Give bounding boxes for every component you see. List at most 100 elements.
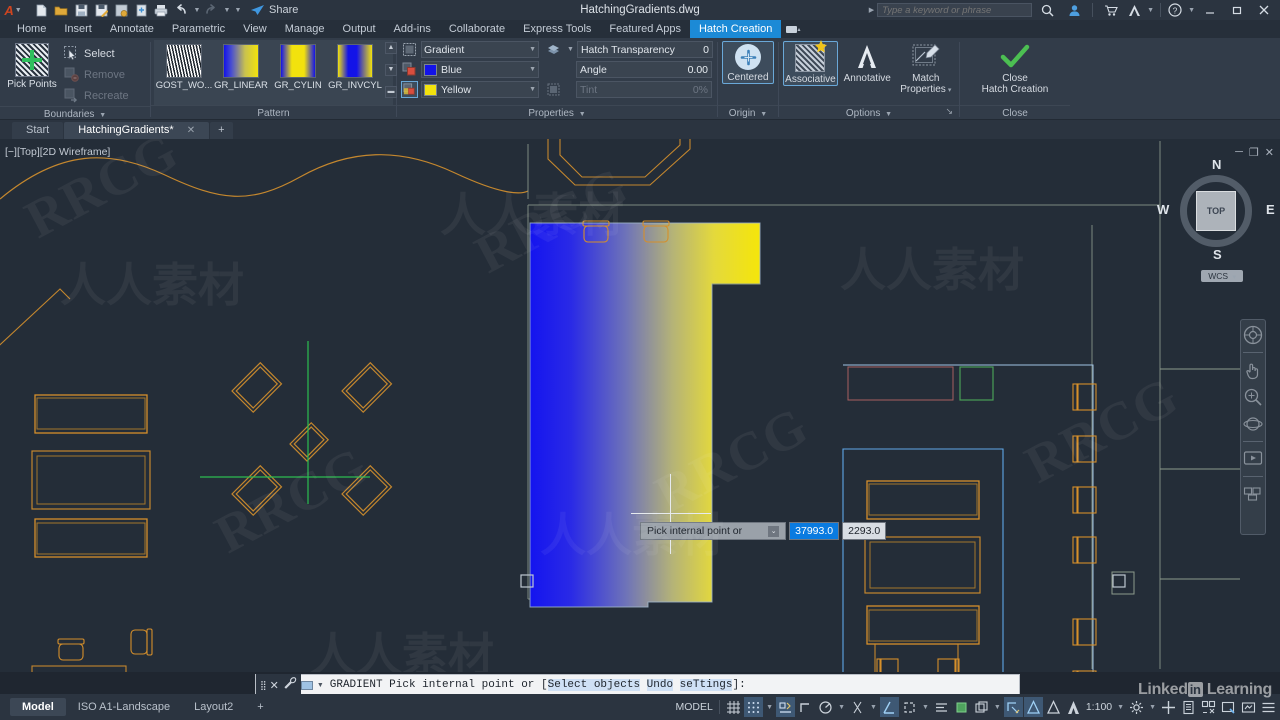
ribbon-tab-express-tools[interactable]: Express Tools — [514, 20, 600, 38]
viewcube-top-face[interactable]: TOP — [1196, 191, 1236, 231]
qat-customize-icon[interactable]: ▼ — [232, 1, 242, 19]
viewport-label[interactable]: [−][Top][2D Wireframe] — [5, 146, 110, 158]
new-icon[interactable] — [32, 1, 50, 19]
ribbon-tab-annotate[interactable]: Annotate — [101, 20, 163, 38]
panel-title-boundaries[interactable]: Boundaries ▼ — [0, 106, 150, 121]
save-icon[interactable] — [72, 1, 90, 19]
full-navigation-wheel-icon[interactable] — [1243, 325, 1263, 345]
command-option-undo[interactable]: Undo — [646, 679, 674, 691]
fullscreen-toggle[interactable] — [1159, 697, 1178, 717]
viewcube-south-label[interactable]: S — [1213, 247, 1222, 262]
grid-display-toggle[interactable] — [724, 697, 743, 717]
annotation-visibility-toggle[interactable] — [1064, 697, 1083, 717]
share-button[interactable]: Share — [250, 4, 298, 17]
workspace-dropdown-icon[interactable]: ▼ — [1147, 697, 1158, 717]
transparency-toggle[interactable] — [972, 697, 991, 717]
undo-dropdown-icon[interactable]: ▼ — [192, 1, 201, 19]
options-dialog-launcher[interactable]: ↘ — [945, 104, 953, 119]
wrench-icon[interactable] — [284, 677, 297, 693]
print-icon[interactable] — [152, 1, 170, 19]
layout-tab-iso-a1-landscape[interactable]: ISO A1-Landscape — [66, 698, 182, 716]
select-boundary-button[interactable]: Select — [60, 43, 132, 64]
shopping-cart-icon[interactable] — [1099, 0, 1123, 20]
undo-icon[interactable] — [172, 1, 190, 19]
new-layout-button[interactable]: + — [245, 698, 275, 716]
gradient-color-2-combo[interactable]: Yellow ▼ — [421, 81, 539, 98]
pattern-item-gr-cylin[interactable]: GR_CYLIN — [270, 44, 326, 91]
recreate-boundary-button[interactable]: Recreate — [60, 85, 132, 106]
lineweight-toggle[interactable] — [1044, 697, 1063, 717]
associative-button[interactable]: Associative — [783, 40, 838, 86]
layout-tab-model[interactable]: Model — [10, 698, 66, 716]
gradient-color-1-combo[interactable]: Blue ▼ — [421, 61, 539, 78]
showmotion-icon[interactable] — [1243, 449, 1263, 469]
zoom-extents-icon[interactable] — [1243, 387, 1263, 407]
customization-menu-icon[interactable] — [1259, 697, 1278, 717]
search-icon[interactable] — [1035, 0, 1059, 20]
close-icon[interactable]: ✕ — [187, 125, 195, 136]
gallery-scroll-up-icon[interactable]: ▲ — [385, 42, 397, 54]
command-line[interactable]: ⣿ ✕ ▼ GRADIENT Pick internal point or [S… — [255, 674, 1020, 696]
scale-dropdown-icon[interactable]: ▼ — [1115, 697, 1126, 717]
ribbon-tab-output[interactable]: Output — [334, 20, 385, 38]
hatch-tint-field[interactable]: Tint 0% — [576, 81, 712, 98]
application-menu-button[interactable]: A ▼ — [0, 0, 26, 20]
isometric-dropdown-icon[interactable]: ▼ — [868, 697, 879, 717]
redo-icon[interactable] — [202, 1, 220, 19]
file-tab-start[interactable]: Start — [12, 122, 64, 139]
pattern-gallery-scrollbar[interactable]: ▲ ▼ ▬ — [385, 42, 397, 98]
open-icon[interactable] — [52, 1, 70, 19]
infer-constraints-toggle[interactable] — [776, 697, 796, 717]
ribbon-tab-home[interactable]: Home — [8, 20, 55, 38]
annotation-scale-value[interactable]: 1:100 — [1084, 697, 1114, 717]
ribbon-tab-add-ins[interactable]: Add-ins — [385, 20, 440, 38]
panel-title-origin[interactable]: Origin ▼ — [718, 105, 778, 120]
ribbon-tab-view[interactable]: View — [234, 20, 276, 38]
ribbon-display-options[interactable] — [781, 20, 805, 38]
pattern-item-gr-invcyl[interactable]: GR_INVCYL — [327, 44, 383, 91]
viewport-restore-icon[interactable]: ❐ — [1249, 146, 1259, 159]
layout-tab-layout2[interactable]: Layout2 — [182, 698, 245, 716]
gallery-scroll-down-icon[interactable]: ▼ — [385, 64, 397, 76]
viewport-close-icon[interactable]: ✕ — [1265, 146, 1274, 159]
isolate-objects-icon[interactable] — [1199, 697, 1218, 717]
help-dropdown-icon[interactable]: ▼ — [1188, 7, 1195, 14]
origin-centered-button[interactable]: Centered — [722, 41, 774, 84]
remove-boundary-button[interactable]: Remove — [60, 64, 132, 85]
autodesk-account-icon[interactable] — [1126, 0, 1142, 20]
search-expand-icon[interactable]: ▶ — [869, 6, 874, 14]
panel-title-options[interactable]: Options ▼ ↘ — [779, 105, 959, 120]
viewcube-settings-icon[interactable] — [1243, 484, 1263, 504]
ribbon-tab-insert[interactable]: Insert — [55, 20, 101, 38]
pick-points-button[interactable]: Pick Points — [4, 41, 60, 90]
redo-dropdown-icon[interactable]: ▼ — [222, 1, 231, 19]
view-cube[interactable]: TOP N S W E — [1157, 157, 1275, 262]
match-properties-button[interactable]: Match Properties ▾ — [897, 41, 955, 96]
polar-tracking-toggle[interactable] — [816, 697, 835, 717]
object-snap-tracking-toggle[interactable] — [900, 697, 919, 717]
transparency-dropdown-icon[interactable]: ▼ — [992, 697, 1003, 717]
file-tab-hatchinggradients[interactable]: HatchingGradients* ✕ — [64, 122, 210, 139]
annotative-button[interactable]: Annotative — [840, 41, 895, 84]
panel-title-properties[interactable]: Properties ▼ — [397, 105, 717, 120]
save-as-icon[interactable] — [92, 1, 110, 19]
wcs-selector[interactable]: WCS ▾ — [1201, 270, 1243, 282]
ribbon-tab-parametric[interactable]: Parametric — [163, 20, 234, 38]
navigation-bar[interactable] — [1240, 319, 1266, 535]
help-icon[interactable]: ? — [1167, 0, 1183, 20]
annotation-scale-add-toggle[interactable] — [952, 697, 971, 717]
selection-cycling-toggle[interactable] — [1003, 697, 1023, 717]
new-file-tab-button[interactable]: + — [210, 122, 233, 139]
drag-handle-icon[interactable]: ⣿ — [260, 680, 266, 691]
search-input[interactable] — [877, 3, 1033, 17]
viewcube-west-label[interactable]: W — [1157, 202, 1169, 217]
close-icon[interactable]: ✕ — [270, 679, 279, 692]
close-button[interactable] — [1252, 0, 1276, 20]
viewport-minimize-icon[interactable]: ─ — [1235, 146, 1243, 159]
gradient-two-color-toggle[interactable] — [401, 81, 418, 98]
dynamic-input-y-value[interactable]: 2293.0 — [842, 522, 887, 540]
publish-icon[interactable] — [132, 1, 150, 19]
command-option-select[interactable]: Select objects — [547, 679, 641, 691]
close-hatch-creation-button[interactable]: Close Hatch Creation — [965, 41, 1065, 95]
transparency-dropdown-icon[interactable]: ▼ — [567, 46, 574, 53]
